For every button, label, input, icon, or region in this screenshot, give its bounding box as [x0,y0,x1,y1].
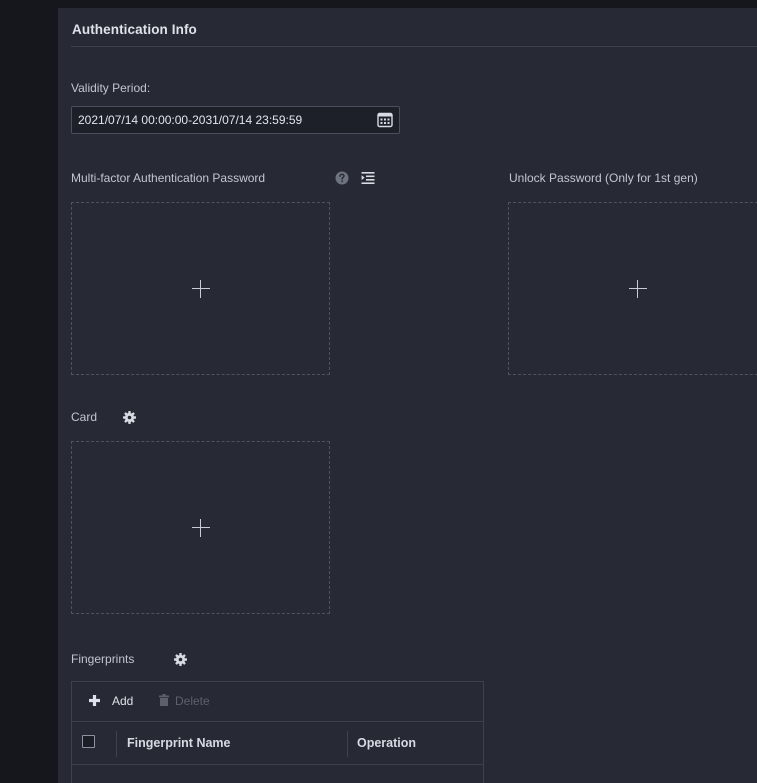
section-title: Authentication Info [72,22,197,37]
plus-icon [191,518,210,537]
card-label: Card [71,410,98,424]
mfa-password-add-area[interactable] [71,202,330,375]
delete-label: Delete [175,694,210,708]
validity-period-label: Validity Period: [71,81,151,95]
fingerprints-label: Fingerprints [71,652,135,666]
mfa-password-label: Multi-factor Authentication Password [71,171,266,185]
gear-icon[interactable] [123,411,136,424]
fingerprints-table-header: Fingerprint Name Operation [72,722,483,765]
trash-icon [159,694,169,706]
validity-period-value: 2021/07/14 00:00:00-2031/07/14 23:59:59 [78,113,303,127]
help-icon[interactable] [335,171,349,185]
fingerprints-table: Add Delete Fingerprint Name Operation [71,681,484,783]
calendar-icon[interactable] [377,112,393,128]
plus-icon [191,279,210,298]
unlock-password-label: Unlock Password (Only for 1st gen) [509,171,698,185]
select-all-checkbox[interactable] [82,735,95,748]
plus-icon [89,695,100,706]
fingerprints-toolbar: Add Delete [72,682,483,722]
column-separator [116,731,117,757]
authentication-info-panel: Authentication Info Validity Period: 202… [58,8,757,783]
card-add-area[interactable] [71,441,330,614]
section-divider [71,46,757,47]
column-separator [347,731,348,757]
column-header-operation: Operation [357,736,417,750]
column-header-fingerprint-name: Fingerprint Name [127,736,231,750]
plus-icon [629,279,647,298]
unlock-password-add-area[interactable] [508,202,757,375]
add-label: Add [112,694,134,708]
validity-period-field[interactable]: 2021/07/14 00:00:00-2031/07/14 23:59:59 [71,106,400,134]
list-indent-icon[interactable] [361,171,375,185]
gear-icon[interactable] [174,653,187,666]
